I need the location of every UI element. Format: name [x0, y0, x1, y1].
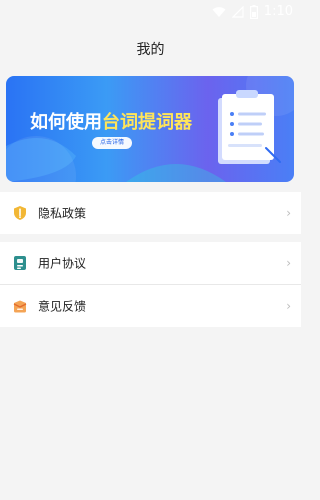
status-bar: 1:10: [0, 0, 301, 24]
document-icon: [14, 256, 26, 270]
chevron-right-icon: ›: [286, 256, 291, 270]
feedback-box-icon: [13, 300, 27, 313]
clipboard-document-icon: [218, 90, 281, 164]
banner-text-main: 如何使用: [30, 112, 102, 133]
menu-item-privacy-policy[interactable]: 隐私政策 ›: [0, 192, 301, 234]
menu-group-other: 用户协议 › 意见反馈 ›: [0, 242, 301, 327]
menu-item-user-agreement[interactable]: 用户协议 ›: [0, 242, 301, 284]
battery-icon: [249, 5, 258, 19]
status-time: 1:10: [263, 4, 293, 19]
menu-group-privacy: 隐私政策 ›: [0, 192, 301, 234]
wifi-icon: [212, 7, 226, 17]
status-icons: 1:10: [212, 4, 293, 20]
banner-headline: 如何使用台词提词器: [30, 112, 192, 134]
page-title: 我的: [136, 42, 165, 58]
chevron-right-icon: ›: [286, 206, 291, 220]
banner-details-button[interactable]: 点击详情: [92, 137, 132, 149]
menu-item-feedback[interactable]: 意见反馈 ›: [0, 284, 301, 327]
menu-label: 用户协议: [38, 256, 87, 271]
chevron-right-icon: ›: [286, 299, 291, 313]
menu-label: 隐私政策: [38, 206, 87, 221]
banner-text-highlight: 台词提词器: [102, 112, 192, 133]
shield-icon: [14, 206, 26, 220]
menu-label: 意见反馈: [38, 299, 87, 314]
signal-icon: [231, 6, 244, 18]
